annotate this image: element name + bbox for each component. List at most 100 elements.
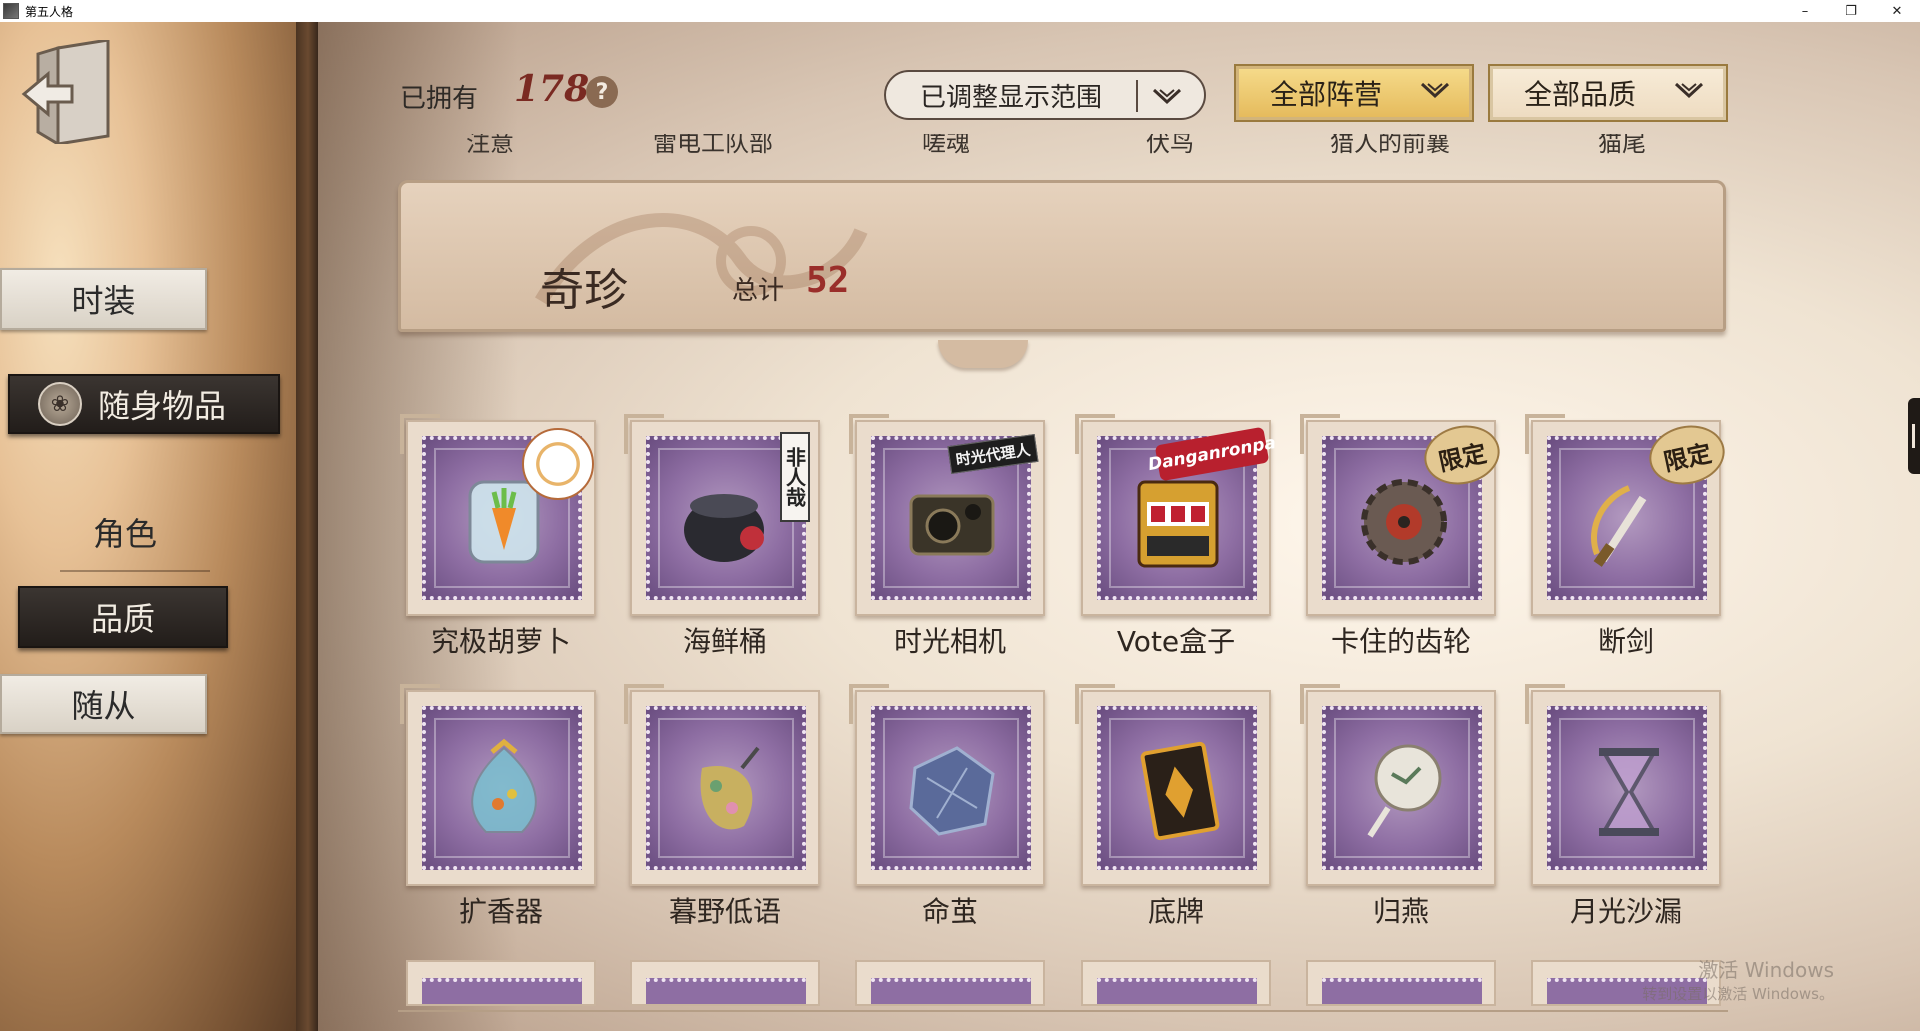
window-title: 第五人格 — [25, 4, 74, 19]
tab-items-label: 随身物品 — [98, 387, 227, 425]
item-name: 底牌 — [1147, 895, 1204, 928]
display-range-dropdown[interactable]: 已调整显示范围 — [884, 70, 1206, 120]
item-name: 断剑 — [1597, 625, 1654, 658]
item-name: 究极胡萝卜 — [430, 625, 571, 658]
item-card-partial[interactable] — [1306, 960, 1496, 1006]
item-stamp-frame — [624, 684, 820, 886]
owned-count: 178 — [514, 68, 590, 110]
item-stamp-frame — [849, 684, 1045, 886]
item-name: 命茧 — [921, 895, 978, 928]
dropdown-separator — [1136, 80, 1138, 112]
divider — [398, 1010, 1728, 1012]
tab-fashion-label: 时装 — [71, 282, 136, 320]
item-name: 扩香器 — [458, 895, 543, 928]
item-stamp-frame — [1525, 684, 1721, 886]
exit-door-icon[interactable] — [20, 38, 114, 147]
divider — [60, 570, 210, 572]
item-card[interactable]: 归燕 — [1300, 684, 1496, 928]
item-card-partial[interactable] — [855, 960, 1045, 1006]
item-card[interactable]: 限定 断剑 — [1525, 414, 1731, 658]
broken-sword-icon — [1591, 485, 1647, 567]
sidebar-edge — [296, 22, 320, 1031]
hourglass-icon — [1599, 748, 1659, 836]
close-button[interactable]: ✕ — [1874, 0, 1920, 22]
chevron-down-icon — [1420, 82, 1450, 99]
tab-fashion[interactable]: 时装 — [0, 268, 207, 330]
item-stamp-frame: 限定 — [1525, 414, 1731, 616]
item-card[interactable]: 底牌 — [1075, 684, 1271, 928]
item-card-partial[interactable] — [406, 960, 596, 1006]
quality-filter-label: 全部品质 — [1524, 78, 1637, 111]
windows-activation-watermark: 激活 Windows 转到设置以激活 Windows。 — [1642, 958, 1834, 1006]
camera-icon — [909, 494, 995, 556]
item-card[interactable]: Danganronpa Vote盒子 — [1075, 414, 1277, 658]
main-panel: 已拥有 178 ? 已调整显示范围 全部阵营 全部品质 注意 雷电工队部 嗟魂 … — [318, 22, 1920, 1031]
item-card[interactable]: 月光沙漏 — [1525, 684, 1721, 928]
cut-item-name: 嗟魂 — [922, 134, 970, 157]
scroll-handle[interactable] — [1908, 398, 1920, 474]
tab-quality-label: 品质 — [90, 600, 155, 638]
item-stamp-frame: Danganronpa — [1075, 414, 1277, 616]
item-card-partial[interactable] — [1081, 960, 1271, 1006]
item-stamp-frame — [1075, 684, 1271, 886]
category-title: 奇珍 — [540, 265, 628, 316]
tab-quality[interactable]: 品质 — [18, 586, 228, 648]
item-name: 时光相机 — [893, 625, 1006, 658]
category-total-label: 总计 — [732, 276, 785, 306]
camp-filter-label: 全部阵营 — [1270, 78, 1383, 111]
item-card[interactable]: 命茧 — [849, 684, 1045, 928]
swallow-fan-icon — [1367, 744, 1442, 838]
tab-role[interactable]: 角色 — [60, 502, 190, 562]
item-card[interactable]: 非人哉海鲜桶 — [624, 414, 820, 658]
camp-filter-dropdown[interactable]: 全部阵营 — [1234, 64, 1474, 122]
minimize-button[interactable]: – — [1782, 0, 1828, 22]
watermark-line: 转到设置以激活 Windows。 — [1642, 985, 1834, 1003]
card-icon — [1140, 741, 1220, 841]
cut-item-name: 雷电工队部 — [653, 134, 773, 157]
item-stamp-frame: 限定 — [1300, 414, 1506, 616]
sidebar: 时装 ❀ 随身物品 角色 品质 随从 — [0, 22, 300, 1031]
window-titlebar: 第五人格 – ❐ ✕ — [0, 0, 1920, 22]
item-name: 月光沙漏 — [1569, 895, 1682, 928]
gear-icon — [1361, 479, 1447, 565]
collab-tag: 非人哉 — [780, 432, 810, 522]
item-card[interactable]: 扩香器 — [400, 684, 596, 928]
tab-items[interactable]: ❀ 随身物品 — [8, 374, 280, 434]
item-card[interactable]: 限定 卡住的齿轮 — [1300, 414, 1506, 658]
item-name: 卡住的齿轮 — [1330, 625, 1471, 658]
cut-item-name: 伏鸟 — [1146, 134, 1194, 157]
item-name: 海鲜桶 — [682, 625, 767, 658]
item-card[interactable]: 时光代理人 时光相机 — [849, 414, 1045, 658]
game-viewport: 时装 ❀ 随身物品 角色 品质 随从 已拥有 178 ? 已调整显示范围 全部阵… — [0, 22, 1920, 1031]
item-card[interactable]: 暮野低语 — [624, 684, 820, 928]
whisper-lantern-icon — [700, 746, 760, 830]
cut-item-name: 猫尾 — [1598, 134, 1646, 157]
chevron-down-icon — [1674, 82, 1704, 99]
item-stamp-frame: 非人哉 — [624, 414, 820, 616]
tab-follower-label: 随从 — [71, 687, 136, 725]
item-stamp-frame — [400, 414, 596, 616]
watermark-line: 激活 Windows — [1698, 958, 1834, 982]
app-icon — [3, 3, 19, 19]
item-name: 归燕 — [1372, 895, 1429, 928]
item-stamp-frame: 时光代理人 — [849, 414, 1045, 616]
special-burst-icon — [522, 428, 594, 500]
owned-label: 已拥有 — [400, 84, 479, 114]
quality-filter-dropdown[interactable]: 全部品质 — [1488, 64, 1728, 122]
item-stamp-frame — [1300, 684, 1496, 886]
tab-role-label: 角色 — [92, 515, 157, 553]
cocoon-icon — [909, 746, 995, 836]
item-card-partial[interactable] — [630, 960, 820, 1006]
cut-item-name: 注意 — [466, 134, 514, 157]
window-controls: – ❐ ✕ — [1782, 0, 1920, 22]
seafood-bucket-icon — [684, 494, 764, 562]
item-card[interactable]: 究极胡萝卜 — [400, 414, 596, 658]
cut-item-name: 猎人的前襄 — [1330, 134, 1450, 157]
tab-follower[interactable]: 随从 — [0, 674, 207, 734]
display-range-label: 已调整显示范围 — [920, 82, 1103, 113]
banner-notch — [938, 340, 1028, 368]
help-icon[interactable]: ? — [586, 76, 618, 108]
maximize-button[interactable]: ❐ — [1828, 0, 1874, 22]
crest-icon: ❀ — [38, 382, 82, 426]
category-total: 52 — [806, 260, 850, 301]
